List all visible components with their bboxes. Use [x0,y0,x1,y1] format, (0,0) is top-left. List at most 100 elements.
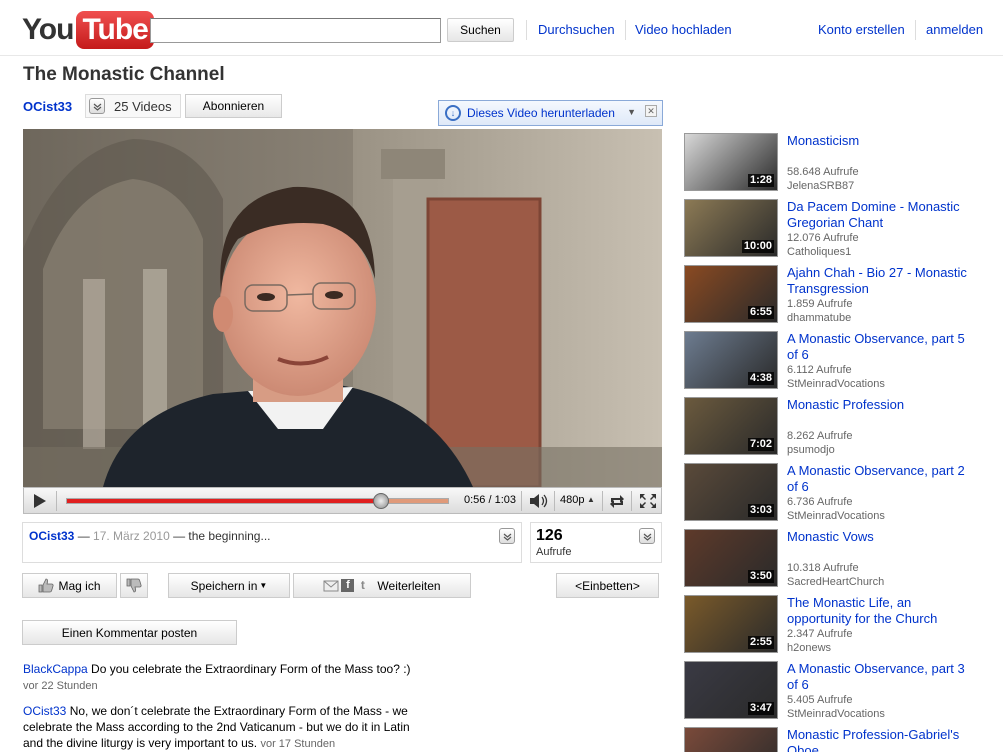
uploader-link[interactable]: OCist33 [29,529,74,543]
dislike-button[interactable] [120,573,148,598]
comment-time: vor 17 Stunden [260,738,336,750]
related-video-views: 1.859 Aufrufe [787,298,853,310]
related-video-item[interactable]: 6:55 Ajahn Chah - Bio 27 - Monastic Trans… [684,265,984,325]
related-video-title[interactable]: Monastic Profession [787,397,967,413]
related-video-author: JelenaSRB87 [787,180,855,192]
video-duration: 3:03 [747,504,774,517]
related-video-author: h2onews [787,642,832,654]
related-video-title[interactable]: Monasticism [787,133,967,149]
control-divider [631,491,632,511]
popout-icon[interactable] [608,493,626,509]
info-separator: — [74,529,94,543]
progress-bar[interactable] [66,493,449,509]
video-info-box: OCist33 — 17. März 2010 — the beginning.… [22,522,522,563]
video-thumbnail[interactable]: 10:00 [684,199,778,257]
volume-icon[interactable] [528,493,550,509]
download-video-button[interactable]: ↓ Dieses Video herunterladen ▼ ✕ [438,100,663,126]
search-input[interactable] [150,18,441,43]
comment-author[interactable]: BlackCappa [23,662,88,676]
youtube-logo[interactable]: You Tube [22,10,154,50]
related-video-views: 6.112 Aufrufe [787,364,852,376]
video-duration: 10:00 [741,240,774,253]
twitter-icon: t [360,578,365,592]
related-video-views: 2.347 Aufrufe [787,628,853,640]
chevron-down-icon[interactable] [89,98,105,114]
related-video-title[interactable]: Da Pacem Domine - Monastic Gregorian Cha… [787,199,967,231]
player-controls: 0:56 / 1:03 480p ▲ [23,487,662,514]
comment-item: OCist33 No, we don´t celebrate the Extra… [23,703,423,752]
related-video-views: 10.318 Aufrufe [787,562,859,574]
video-duration: 2:55 [747,636,774,649]
fullscreen-icon[interactable] [639,493,657,509]
dropdown-arrow-icon[interactable]: ▼ [627,107,636,117]
videos-dropdown[interactable]: 25 Videos [85,94,181,118]
control-divider [521,491,522,511]
video-duration: 1:28 [747,174,774,187]
related-video-views: 6.736 Aufrufe [787,496,853,508]
create-account-link[interactable]: Konto erstellen [818,22,905,37]
play-icon[interactable] [30,492,48,510]
comment-author[interactable]: OCist33 [23,704,66,718]
video-thumbnail[interactable]: 3:47 [684,661,778,719]
embed-button[interactable]: <Einbetten> [556,573,659,598]
download-icon: ↓ [445,105,461,121]
share-label: Weiterleiten [377,578,441,593]
upload-date: 17. März 2010 [93,529,170,543]
video-duration: 4:38 [747,372,774,385]
video-thumbnail[interactable]: 3:50 [684,529,778,587]
control-divider [56,491,57,511]
save-to-button[interactable]: Speichern in ▼ [168,573,290,598]
related-video-title[interactable]: A Monastic Observance, part 2 of 6 [787,463,967,495]
related-video-item[interactable]: Monastic Profession-Gabriel's Oboe [684,727,984,752]
share-button[interactable]: f t Weiterleiten [293,573,471,598]
progress-handle[interactable] [373,493,390,509]
video-duration: 6:55 [747,306,774,319]
related-video-author: StMeinradVocations [787,510,885,522]
related-video-item[interactable]: 4:38 A Monastic Observance, part 5 of 6 6.… [684,331,984,391]
browse-link[interactable]: Durchsuchen [538,22,615,37]
related-video-author: dhammatube [787,312,852,324]
related-video-item[interactable]: 2:55 The Monastic Life, an opportunity fo… [684,595,984,655]
related-video-views: 12.076 Aufrufe [787,232,859,244]
related-video-title[interactable]: Monastic Vows [787,529,967,545]
post-comment-button[interactable]: Einen Kommentar posten [22,620,237,645]
video-thumbnail[interactable] [684,727,778,752]
video-thumbnail[interactable]: 4:38 [684,331,778,389]
thumbs-up-icon [39,578,55,593]
expand-description-icon[interactable] [499,528,515,544]
related-video-title[interactable]: A Monastic Observance, part 5 of 6 [787,331,967,363]
related-video-item[interactable]: 10:00 Da Pacem Domine - Monastic Gregoria… [684,199,984,259]
header-divider [915,20,916,40]
expand-stats-icon[interactable] [639,528,655,544]
related-video-title[interactable]: Monastic Profession-Gabriel's Oboe [787,727,967,752]
video-player[interactable] [23,129,662,487]
video-thumbnail[interactable]: 1:28 [684,133,778,191]
related-video-item[interactable]: 1:28 Monasticism 58.648 Aufrufe JelenaSRB87 [684,133,984,193]
thumbs-down-icon [126,578,142,593]
views-box: 126 Aufrufe [530,522,662,563]
subscribe-button[interactable]: Abonnieren [185,94,282,118]
related-video-title[interactable]: A Monastic Observance, part 3 of 6 [787,661,967,693]
related-video-item[interactable]: 3:47 A Monastic Observance, part 3 of 6 5.… [684,661,984,721]
video-thumbnail[interactable]: 2:55 [684,595,778,653]
video-thumbnail[interactable]: 6:55 [684,265,778,323]
video-duration: 3:47 [747,702,774,715]
description-text: — the beginning... [169,529,271,543]
related-video-item[interactable]: 3:03 A Monastic Observance, part 2 of 6 6.… [684,463,984,523]
time-display: 0:56 / 1:03 [464,494,516,506]
channel-user-link[interactable]: OCist33 [23,99,72,114]
quality-selector[interactable]: 480p [560,494,584,506]
related-video-item[interactable]: 3:50 Monastic Vows 10.318 Aufrufe SacredHea… [684,529,984,589]
control-divider [554,491,555,511]
video-thumbnail[interactable]: 3:03 [684,463,778,521]
video-thumbnail[interactable]: 7:02 [684,397,778,455]
upload-link[interactable]: Video hochladen [635,22,732,37]
quality-arrow-icon[interactable]: ▲ [587,495,595,504]
close-icon[interactable]: ✕ [645,105,657,117]
like-button[interactable]: Mag ich [22,573,117,598]
related-video-item[interactable]: 7:02 Monastic Profession 8.262 Aufrufe psum… [684,397,984,457]
related-video-title[interactable]: The Monastic Life, an opportunity for th… [787,595,967,627]
sign-in-link[interactable]: anmelden [926,22,983,37]
search-button[interactable]: Suchen [447,18,514,42]
related-video-title[interactable]: Ajahn Chah - Bio 27 - Monastic Transgres… [787,265,967,297]
